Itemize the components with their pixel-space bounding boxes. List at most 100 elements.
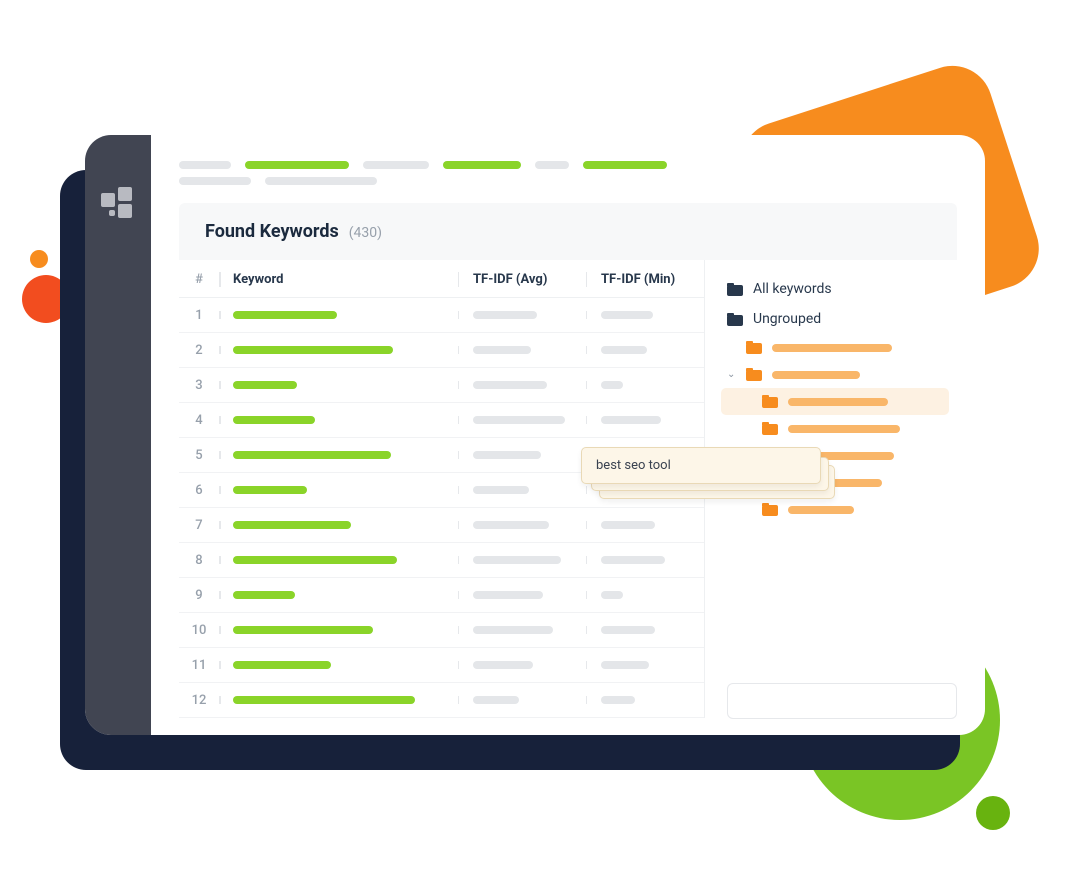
col-tfidf-avg[interactable]: TF-IDF (Avg) — [458, 272, 586, 287]
row-number: 9 — [179, 588, 219, 603]
tooltip-text: best seo tool — [596, 458, 671, 473]
table-row[interactable]: 2 — [179, 333, 704, 368]
row-number: 12 — [179, 693, 219, 708]
group-all-keywords[interactable]: All keywords — [721, 274, 949, 304]
table-row[interactable]: 10 — [179, 613, 704, 648]
chevron-down-icon[interactable]: ⌄ — [727, 369, 736, 380]
group-folder-item[interactable]: ⌄ — [721, 361, 949, 388]
row-number: 2 — [179, 343, 219, 358]
cell-tfidf-min — [586, 591, 704, 599]
breadcrumb-segment[interactable] — [443, 161, 521, 169]
breadcrumb-segment[interactable] — [535, 161, 569, 169]
group-folder-item[interactable] — [721, 334, 949, 361]
table-header-row: # Keyword TF-IDF (Avg) TF-IDF (Min) — [179, 260, 704, 298]
breadcrumb-segment — [179, 177, 251, 185]
table-row[interactable]: 8 — [179, 543, 704, 578]
group-label: All keywords — [753, 281, 832, 297]
row-number: 10 — [179, 623, 219, 638]
folder-icon — [762, 422, 778, 435]
cell-tfidf-avg — [458, 381, 586, 389]
cell-tfidf-min — [586, 416, 704, 424]
cell-tfidf-min — [586, 626, 704, 634]
row-number: 1 — [179, 308, 219, 323]
cell-keyword — [219, 486, 458, 494]
cell-keyword — [219, 521, 458, 529]
cell-tfidf-avg — [458, 451, 586, 459]
folder-icon — [746, 341, 762, 354]
logo-icon[interactable] — [101, 187, 135, 221]
cell-keyword — [219, 311, 458, 319]
folder-icon — [746, 368, 762, 381]
cell-tfidf-avg — [458, 311, 586, 319]
group-folder-item[interactable] — [721, 388, 949, 415]
cell-keyword — [219, 381, 458, 389]
panel-title: Found Keywords — [205, 221, 339, 242]
cell-tfidf-avg — [458, 346, 586, 354]
breadcrumb-segment — [265, 177, 377, 185]
table-row[interactable]: 3 — [179, 368, 704, 403]
row-number: 6 — [179, 483, 219, 498]
panel-content: # Keyword TF-IDF (Avg) TF-IDF (Min) 1234… — [179, 260, 957, 718]
group-ungrouped[interactable]: Ungrouped — [721, 304, 949, 334]
cell-keyword — [219, 556, 458, 564]
group-label-placeholder — [772, 371, 860, 379]
col-keyword[interactable]: Keyword — [219, 272, 458, 287]
breadcrumb-segment[interactable] — [245, 161, 349, 169]
cell-tfidf-min — [586, 381, 704, 389]
col-number[interactable]: # — [179, 272, 219, 287]
cell-keyword — [219, 346, 458, 354]
cell-tfidf-avg — [458, 591, 586, 599]
cell-keyword — [219, 451, 458, 459]
decoration-circle-orange-small — [30, 250, 48, 268]
table-row[interactable]: 1 — [179, 298, 704, 333]
cell-tfidf-avg — [458, 486, 586, 494]
folder-icon — [727, 283, 743, 296]
cell-tfidf-avg — [458, 521, 586, 529]
table-row[interactable]: 9 — [179, 578, 704, 613]
group-label-placeholder — [788, 398, 888, 406]
row-number: 3 — [179, 378, 219, 393]
col-tfidf-min[interactable]: TF-IDF (Min) — [586, 272, 704, 287]
group-folder-item[interactable] — [721, 415, 949, 442]
cell-tfidf-min — [586, 521, 704, 529]
group-label-placeholder — [788, 506, 854, 514]
tooltip-card-front[interactable]: best seo tool — [581, 447, 821, 484]
cell-keyword — [219, 591, 458, 599]
cell-tfidf-min — [586, 311, 704, 319]
breadcrumb-row-1 — [179, 161, 957, 169]
folder-icon — [762, 395, 778, 408]
row-number: 4 — [179, 413, 219, 428]
row-number: 8 — [179, 553, 219, 568]
breadcrumb-segment[interactable] — [583, 161, 667, 169]
group-label-placeholder — [788, 425, 900, 433]
side-nav — [85, 135, 151, 735]
cell-tfidf-min — [586, 661, 704, 669]
folder-icon — [762, 503, 778, 516]
add-group-input[interactable] — [727, 683, 957, 719]
group-label: Ungrouped — [753, 311, 821, 327]
cell-tfidf-avg — [458, 696, 586, 704]
keyword-count: (430) — [349, 225, 382, 241]
cell-tfidf-min — [586, 696, 704, 704]
table-row[interactable]: 7 — [179, 508, 704, 543]
decoration-circle-green-small — [976, 796, 1010, 830]
row-number: 11 — [179, 658, 219, 673]
breadcrumb-segment[interactable] — [363, 161, 429, 169]
cell-tfidf-avg — [458, 626, 586, 634]
cell-keyword — [219, 696, 458, 704]
cell-tfidf-avg — [458, 556, 586, 564]
table-row[interactable]: 4 — [179, 403, 704, 438]
panel-header: Found Keywords (430) — [179, 203, 957, 260]
table-row[interactable]: 12 — [179, 683, 704, 718]
table-row[interactable]: 11 — [179, 648, 704, 683]
cell-keyword — [219, 416, 458, 424]
group-label-placeholder — [772, 344, 892, 352]
app-card: Found Keywords (430) # Keyword TF-IDF (A… — [85, 135, 985, 735]
folder-icon — [727, 313, 743, 326]
cell-tfidf-min — [586, 556, 704, 564]
breadcrumb-segment[interactable] — [179, 161, 231, 169]
breadcrumb-row-2 — [179, 177, 957, 185]
cell-keyword — [219, 626, 458, 634]
main-area: Found Keywords (430) # Keyword TF-IDF (A… — [151, 135, 985, 735]
group-folder-item[interactable] — [721, 496, 949, 523]
